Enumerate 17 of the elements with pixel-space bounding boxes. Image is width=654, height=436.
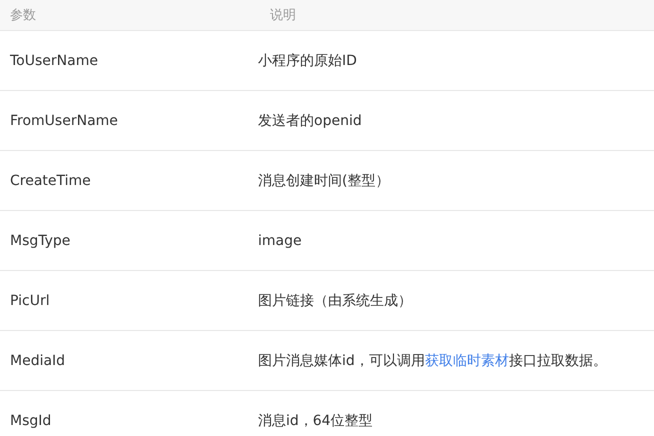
table-cell: 消息id，64位整型 [258,412,373,430]
table-cell: 图片链接（由系统生成） [258,292,412,310]
table-cell-text: PicUrl [9,292,51,308]
table-cell-text: FromUserName [9,112,119,128]
table-cell: 发送者的openid [258,112,362,130]
table-cell: 小程序的原始ID [258,52,357,70]
column-header: 参数 [9,7,37,24]
table-cell: 图片消息媒体id，可以调用获取临时素材接口拉取数据。 [258,352,607,370]
table-cell: image [258,232,302,248]
link[interactable]: 获取临时素材 [424,352,509,368]
table-cell-text: MsgId [9,412,52,428]
table-cell: 消息创建时间(整型） [258,172,390,190]
column-header: 说明 [269,7,296,24]
table-cell-text: CreateTime [9,172,92,188]
table-cell-text: ToUserName [9,52,99,68]
table-cell-text: MsgType [9,232,72,248]
table-cell-text: MediaId [9,352,66,368]
